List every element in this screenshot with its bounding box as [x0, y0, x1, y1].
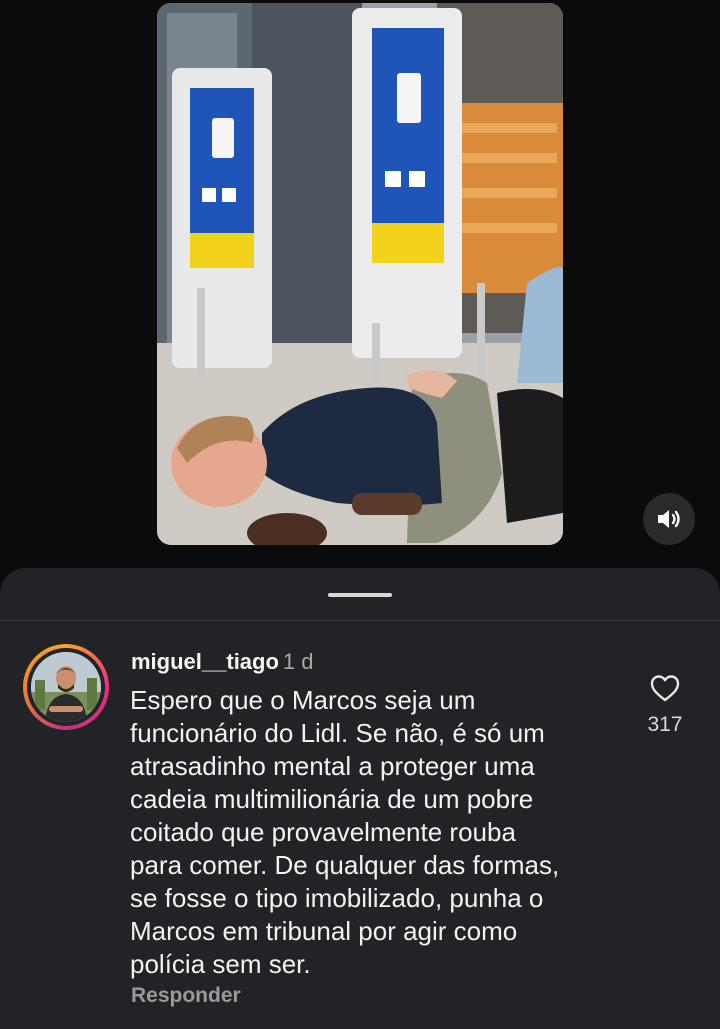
avatar: [31, 652, 101, 722]
comment-header: miguel__tiago 1 d: [131, 648, 314, 676]
comment-timestamp: 1 d: [282, 649, 314, 674]
video-area: [0, 0, 720, 570]
drag-handle[interactable]: [328, 593, 392, 597]
video-frame-image: [157, 3, 563, 545]
like-count: 317: [647, 713, 683, 736]
comment-text: Espero que o Marcos seja um funcionário …: [130, 685, 560, 979]
mute-toggle-button[interactable]: [643, 493, 695, 545]
speaker-volume-icon: [658, 510, 680, 528]
reply-button[interactable]: Responder: [131, 984, 241, 1008]
like-area: 317: [640, 673, 690, 737]
comments-sheet: miguel__tiago 1 d Espero que o Marcos sej…: [0, 568, 720, 1029]
avatar-story-ring[interactable]: [23, 644, 109, 730]
heart-outline-icon[interactable]: [649, 673, 681, 703]
video-player[interactable]: [157, 3, 563, 545]
sheet-divider: [0, 620, 720, 621]
avatar-photo: [31, 652, 101, 722]
comment-username[interactable]: miguel__tiago: [131, 649, 279, 674]
